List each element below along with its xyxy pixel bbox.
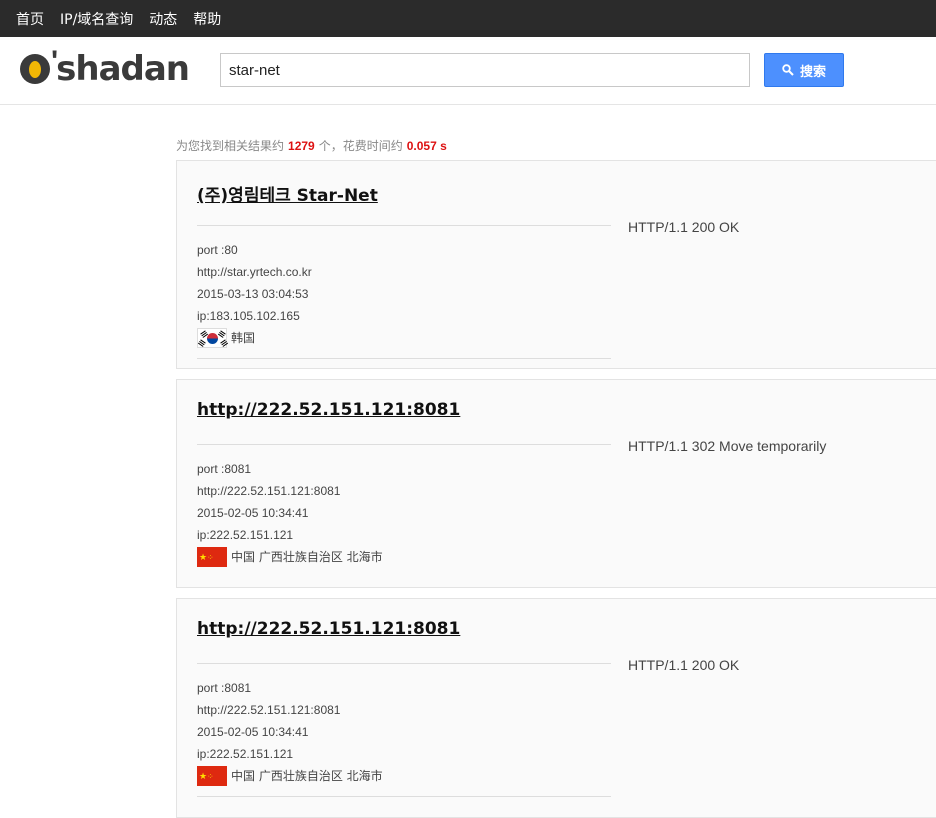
logo-text: shadan [56,49,190,89]
summary-mid: 个，花费时间约 [318,139,403,153]
result-summary: 为您找到相关结果约 1279 个，花费时间约 0.057 s [176,137,451,154]
search-button-label: 搜索 [799,64,826,80]
result-port: port :8081 [197,462,252,476]
top-nav-bar: 首页 IP/域名查询 动态 帮助 [0,0,936,37]
location-text: 中国 广西壮族自治区 北海市 [231,550,383,564]
result-port: port :8081 [197,681,252,695]
result-card: http://222.52.151.121:8081 port :8081 ht… [176,598,936,818]
divider [197,225,611,226]
result-date: 2015-02-05 10:34:41 [197,725,309,739]
divider [197,358,611,359]
result-url: http://222.52.151.121:8081 [197,484,341,498]
divider [197,444,611,445]
result-date: 2015-02-05 10:34:41 [197,506,309,520]
divider [197,796,611,797]
result-location: 韩国 [197,327,312,349]
search-input[interactable] [220,53,750,87]
result-date: 2015-03-13 03:04:53 [197,287,309,301]
result-ip: ip:222.52.151.121 [197,747,294,761]
flag-cn-icon [197,765,227,788]
flag-kr-icon [197,328,227,348]
flag-cn-icon [197,546,227,569]
result-title-link[interactable]: (주)영림테크 Star-Net [197,181,378,206]
divider [197,663,611,664]
nav-home-link[interactable]: 首页 [16,9,44,29]
result-info: port :8081 http://222.52.151.121:8081 20… [197,677,383,788]
logo-icon [20,54,50,84]
result-port: port :80 [197,243,238,257]
nav-ip-domain-link[interactable]: IP/域名查询 [60,9,133,29]
result-card: http://222.52.151.121:8081 port :8081 ht… [176,379,936,588]
logo[interactable]: ' shadan [20,45,190,89]
location-text: 韩国 [231,331,256,345]
result-card: (주)영림테크 Star-Net port :80 http://star.yr… [176,160,936,369]
result-url: http://222.52.151.121:8081 [197,703,341,717]
result-location: 中国 广西壮族自治区 北海市 [197,765,383,788]
search-icon [782,64,794,76]
result-title-link[interactable]: http://222.52.151.121:8081 [197,400,460,420]
query-time: 0.057 s [406,139,447,153]
result-title-link[interactable]: http://222.52.151.121:8081 [197,619,460,639]
http-status: HTTP/1.1 302 Move temporarily [628,438,827,454]
nav-news-link[interactable]: 动态 [149,9,177,29]
result-info: port :8081 http://222.52.151.121:8081 20… [197,458,383,569]
nav-help-link[interactable]: 帮助 [193,9,221,29]
result-count: 1279 [288,139,315,153]
location-text: 中国 广西壮族自治区 北海市 [231,769,383,783]
header: ' shadan 搜索 [0,37,936,105]
result-info: port :80 http://star.yrtech.co.kr 2015-0… [197,239,312,349]
http-status: HTTP/1.1 200 OK [628,657,740,673]
summary-prefix: 为您找到相关结果约 [176,139,285,153]
http-status: HTTP/1.1 200 OK [628,219,740,235]
search-button[interactable]: 搜索 [764,53,844,87]
result-location: 中国 广西壮族自治区 北海市 [197,546,383,569]
result-ip: ip:183.105.102.165 [197,309,300,323]
result-url: http://star.yrtech.co.kr [197,265,312,279]
result-ip: ip:222.52.151.121 [197,528,294,542]
